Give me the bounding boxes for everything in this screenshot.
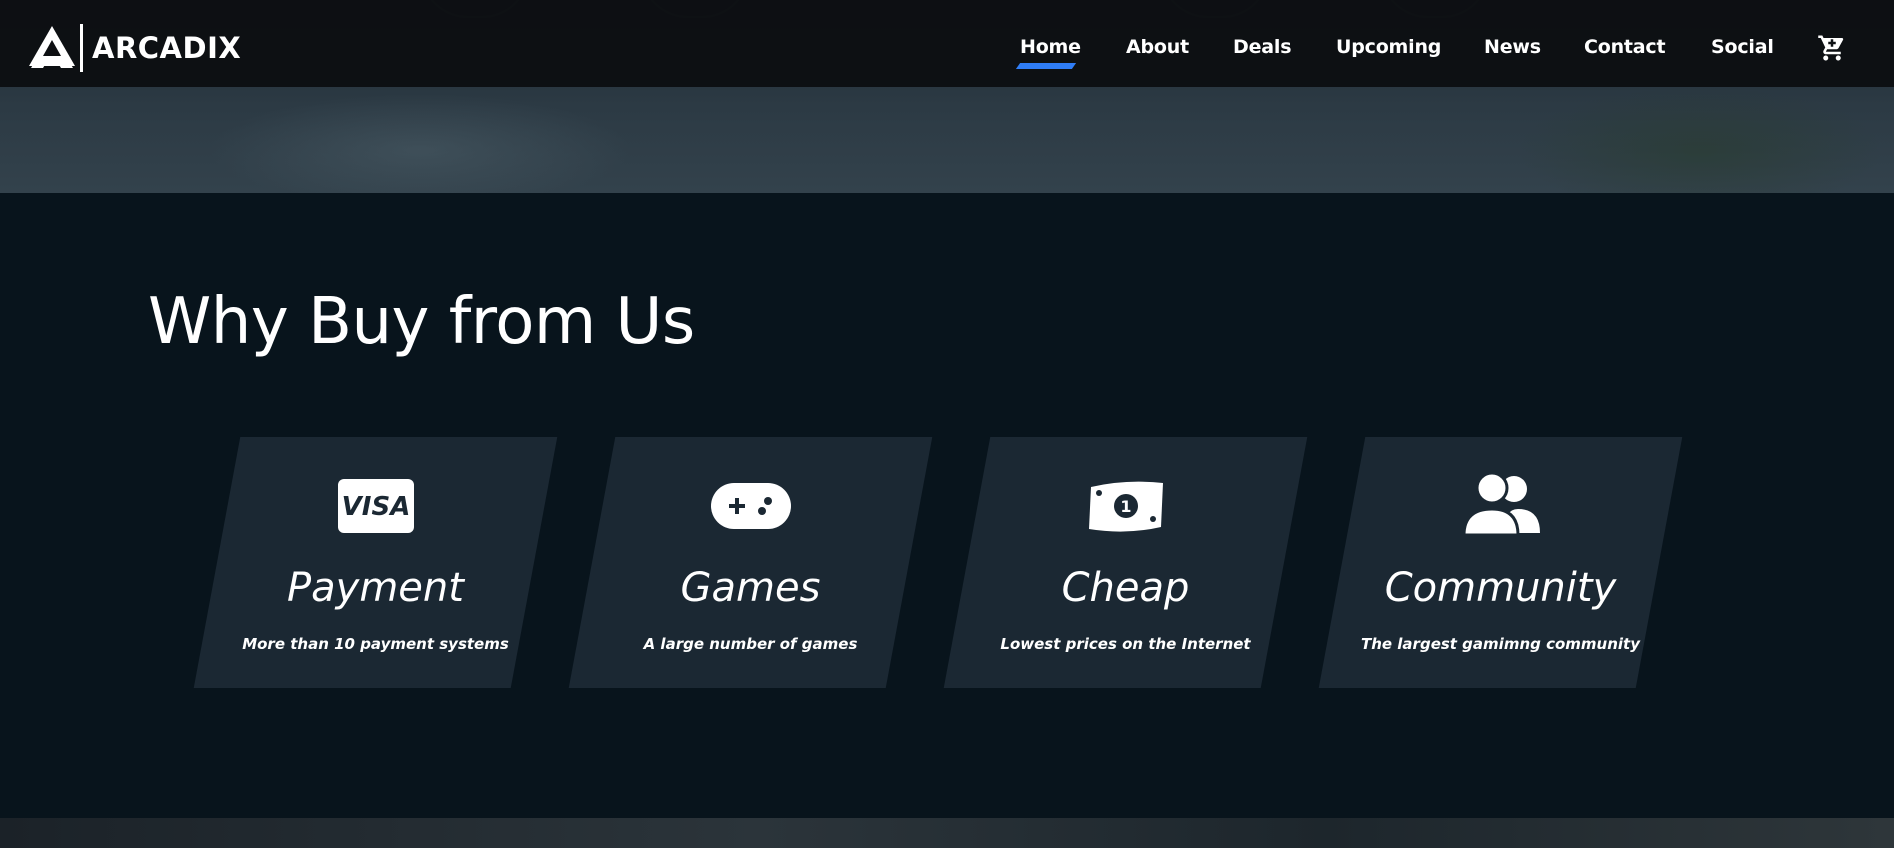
gamepad-icon [710, 483, 791, 529]
nav-item-social[interactable]: Social [1711, 36, 1774, 58]
section-title: Why Buy from Us [148, 285, 695, 359]
card-title: Community [1384, 565, 1617, 611]
card-description: Lowest prices on the Internet [1000, 635, 1251, 653]
svg-text:1: 1 [1120, 497, 1131, 516]
feature-card-payment: VISA Payment More than 10 payment system… [193, 437, 558, 688]
feature-card-games: Games A large number of games [568, 437, 933, 688]
card-description: The largest gamimng community [1360, 635, 1640, 653]
card-description: A large number of games [643, 635, 858, 653]
footer-background-strip [0, 818, 1894, 848]
nav-item-home[interactable]: Home [1020, 36, 1081, 58]
card-title: Payment [287, 565, 464, 611]
feature-card-community: Community The largest gamimng community [1318, 437, 1683, 688]
card-title: Games [680, 565, 821, 611]
cart-icon[interactable] [1817, 33, 1847, 63]
visa-icon: VISA [337, 479, 414, 533]
nav-item-deals[interactable]: Deals [1233, 36, 1292, 58]
nav-item-about[interactable]: About [1126, 36, 1189, 58]
nav-item-upcoming[interactable]: Upcoming [1336, 36, 1441, 58]
svg-text:VISA: VISA [341, 492, 410, 522]
feature-card-cheap: 1 Cheap Lowest prices on the Internet [943, 437, 1308, 688]
money-icon: 1 [1088, 481, 1163, 532]
nav-item-contact[interactable]: Contact [1584, 36, 1666, 58]
navbar: ARCADIX Home About Deals Upcoming News C… [0, 0, 1894, 87]
users-icon [1461, 471, 1540, 537]
nav-item-news[interactable]: News [1484, 36, 1541, 58]
card-title: Cheap [1061, 565, 1190, 611]
main-nav: Home About Deals Upcoming News Contact S… [0, 36, 1894, 76]
why-buy-section: Why Buy from Us VISA Payment More than 1… [0, 193, 1894, 818]
card-description: More than 10 payment systems [242, 635, 509, 653]
